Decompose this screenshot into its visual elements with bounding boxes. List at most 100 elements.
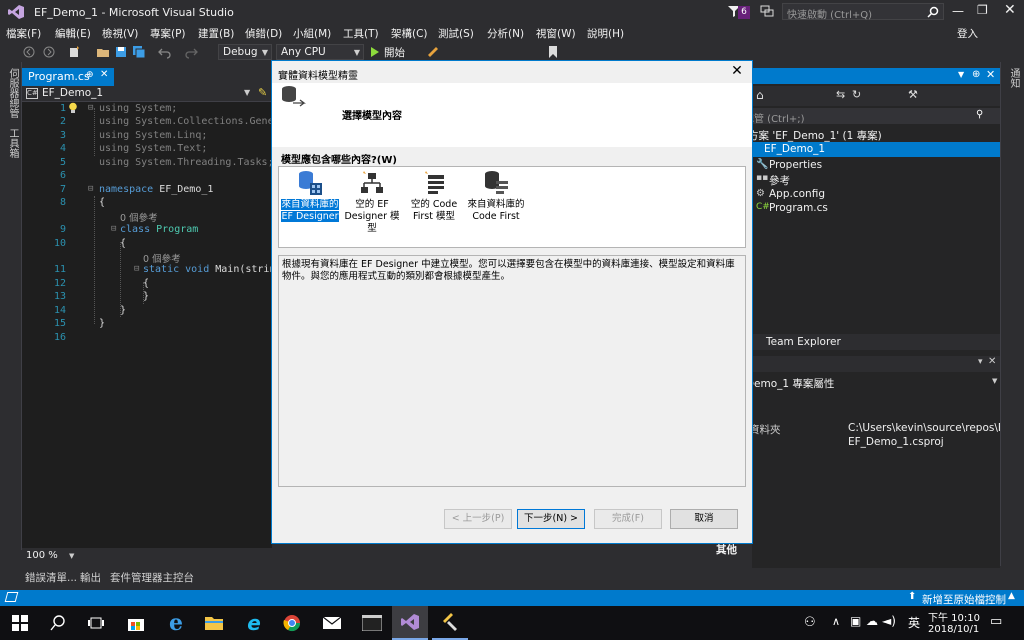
taskbar-ie-app[interactable]: e xyxy=(236,606,272,640)
new-project-icon[interactable] xyxy=(68,45,82,59)
start-debugging-button[interactable]: 開始 xyxy=(370,45,416,59)
tray-chevron-up-icon[interactable]: ∧ xyxy=(832,615,840,628)
next-button[interactable]: 下一步(N) > xyxy=(517,509,585,529)
menu-project[interactable]: 專案(P) xyxy=(150,26,186,41)
refresh-icon[interactable]: ↻ xyxy=(852,88,861,101)
previous-button[interactable]: < 上一步(P) xyxy=(444,509,512,529)
menu-team[interactable]: 小組(M) xyxy=(293,26,331,41)
zoom-level-dropdown[interactable]: 100 % xyxy=(26,550,58,561)
save-all-icon[interactable] xyxy=(132,45,146,59)
search-icon[interactable] xyxy=(927,6,939,18)
sync-icon[interactable]: ⇆ xyxy=(836,88,845,101)
tree-solution-node[interactable]: 方案 'EF_Demo_1' (1 專案) xyxy=(748,128,882,143)
browser-link-icon[interactable] xyxy=(426,45,440,59)
close-icon[interactable]: ✕ xyxy=(988,356,996,367)
open-folder-icon[interactable] xyxy=(96,45,110,59)
close-tab-icon[interactable]: ✕ xyxy=(100,69,108,80)
lightbulb-icon[interactable]: ✎ xyxy=(258,86,267,99)
tree-project-node[interactable]: EF_Demo_1 xyxy=(752,142,1000,157)
model-contents-listview[interactable]: 來自資料庫的 EF Designer 空的 EF Designer 模型 空的 … xyxy=(278,166,746,248)
quick-launch-box[interactable]: 快速啟動 (Ctrl+Q) xyxy=(782,3,944,21)
chevron-down-icon[interactable]: ▼ xyxy=(69,552,74,560)
pin-icon[interactable]: ▾ xyxy=(978,357,983,367)
home-icon[interactable]: ⌂ xyxy=(756,88,764,102)
menu-help[interactable]: 說明(H) xyxy=(587,26,624,41)
chevron-down-icon[interactable]: ▼ xyxy=(244,88,250,97)
taskbar-visual-studio-app[interactable] xyxy=(392,606,428,640)
dialog-close-button[interactable]: ✕ xyxy=(728,63,746,79)
feedback-icon[interactable] xyxy=(760,5,774,17)
choice-empty-ef-designer[interactable]: 空的 EF Designer 模型 xyxy=(341,169,403,234)
back-icon[interactable] xyxy=(22,45,36,59)
tab-package-manager-console[interactable]: 套件管理器主控台 xyxy=(110,570,194,585)
project-nav-dropdown[interactable]: EF_Demo_1 xyxy=(42,87,103,99)
pin-icon[interactable]: ⊕ xyxy=(86,70,94,80)
dropdown-icon[interactable]: ▼ xyxy=(958,70,964,79)
fold-toggle-icon[interactable]: ⊟ xyxy=(111,224,116,234)
fold-toggle-icon[interactable]: ⊟ xyxy=(134,264,139,274)
wrench-icon[interactable]: ⚒ xyxy=(908,88,918,101)
solution-search-box[interactable]: 方案總管 (Ctrl+;) ⚲ xyxy=(724,108,1000,125)
undo-icon[interactable] xyxy=(158,45,172,59)
notifications-tab[interactable]: 通知 xyxy=(1006,68,1021,88)
input-method-indicator[interactable]: 英 xyxy=(908,614,920,631)
notification-badge[interactable]: 6 xyxy=(738,6,750,19)
close-icon[interactable]: ✕ xyxy=(986,68,995,81)
property-value[interactable]: C:\Users\kevin\source\repos\EF_ xyxy=(848,422,1000,434)
properties-object-selector[interactable]: EF_Demo_1 專案屬性 ▼ xyxy=(728,374,1000,390)
property-file-value[interactable]: EF_Demo_1.csproj xyxy=(848,436,944,448)
onedrive-cloud-icon[interactable]: ☁ xyxy=(866,614,878,628)
finish-button[interactable]: 完成(F) xyxy=(594,509,662,529)
clock-time[interactable]: 下午 10:10 xyxy=(928,609,980,624)
tab-program-cs[interactable]: Program.cs ⊕ ✕ xyxy=(22,68,114,86)
action-center-icon[interactable]: ▭ xyxy=(990,614,1002,629)
tree-item-references[interactable]: 參考 xyxy=(769,173,790,188)
cancel-button[interactable]: 取消 xyxy=(670,509,738,529)
toolbox-tab[interactable]: 工具箱 xyxy=(5,128,20,158)
menu-tools[interactable]: 工具(T) xyxy=(343,26,379,41)
choice-code-first-from-db[interactable]: 來自資料庫的 Code First xyxy=(465,169,527,231)
taskbar-file-explorer-app[interactable] xyxy=(196,606,232,640)
menu-architecture[interactable]: 架構(C) xyxy=(391,26,428,41)
quick-action-lightbulb-icon[interactable] xyxy=(68,102,78,114)
minimize-button[interactable]: — xyxy=(952,4,964,18)
taskbar-mail-app[interactable] xyxy=(314,606,350,640)
start-button[interactable] xyxy=(2,606,38,640)
forward-icon[interactable] xyxy=(42,45,56,59)
clock-date[interactable]: 2018/10/1 xyxy=(928,624,979,635)
taskbar-vs-installer-app[interactable] xyxy=(432,606,468,640)
taskbar-store-app[interactable] xyxy=(118,606,154,640)
platform-dropdown[interactable]: Any CPU ▼ xyxy=(276,44,364,60)
code-editor[interactable]: 1 2 3 4 5 6 7 8 9 10 11 12 13 14 15 16 ⊟… xyxy=(22,102,272,548)
sign-in-link[interactable]: 登入 xyxy=(957,26,978,41)
tree-item-properties[interactable]: Properties xyxy=(769,159,822,171)
taskbar-chrome-app[interactable] xyxy=(274,606,310,640)
menu-analyze[interactable]: 分析(N) xyxy=(487,26,524,41)
restore-button[interactable]: ❐ xyxy=(977,3,988,17)
menu-test[interactable]: 測試(S) xyxy=(438,26,474,41)
bookmark-icon[interactable] xyxy=(546,45,560,59)
search-icon[interactable]: ⚲ xyxy=(976,109,983,120)
server-explorer-tab[interactable]: 伺服器總管 xyxy=(5,68,20,118)
volume-icon[interactable]: ◄) xyxy=(882,614,896,628)
add-to-source-control-button[interactable]: 新增至原始檔控制 xyxy=(922,592,1006,607)
tab-output[interactable]: 輸出 xyxy=(80,570,101,585)
chevron-up-icon[interactable]: ▲ xyxy=(1008,591,1015,601)
network-icon[interactable]: ▣ xyxy=(850,614,861,628)
solution-config-dropdown[interactable]: Debug ▼ xyxy=(218,44,272,60)
menu-file[interactable]: 檔案(F) xyxy=(6,26,41,41)
reference-count[interactable]: 0 個參考 xyxy=(143,251,181,265)
menu-debug[interactable]: 偵錯(D) xyxy=(245,26,282,41)
taskbar-edge-app[interactable]: e xyxy=(158,606,194,640)
pin-icon[interactable]: ⊕ xyxy=(972,69,980,80)
menu-window[interactable]: 視窗(W) xyxy=(536,26,576,41)
quick-launch-input[interactable]: 快速啟動 (Ctrl+Q) xyxy=(787,6,872,21)
close-window-button[interactable]: ✕ xyxy=(1004,2,1016,18)
choice-empty-code-first[interactable]: 空的 Code First 模型 xyxy=(403,169,465,231)
taskbar-console-app[interactable] xyxy=(354,606,390,640)
output-window-icon[interactable] xyxy=(4,592,19,602)
redo-icon[interactable] xyxy=(184,45,198,59)
tab-team-explorer[interactable]: Team Explorer xyxy=(766,336,841,348)
people-icon[interactable]: ⚇ xyxy=(804,615,816,630)
fold-toggle-icon[interactable]: ⊟ xyxy=(88,184,93,194)
